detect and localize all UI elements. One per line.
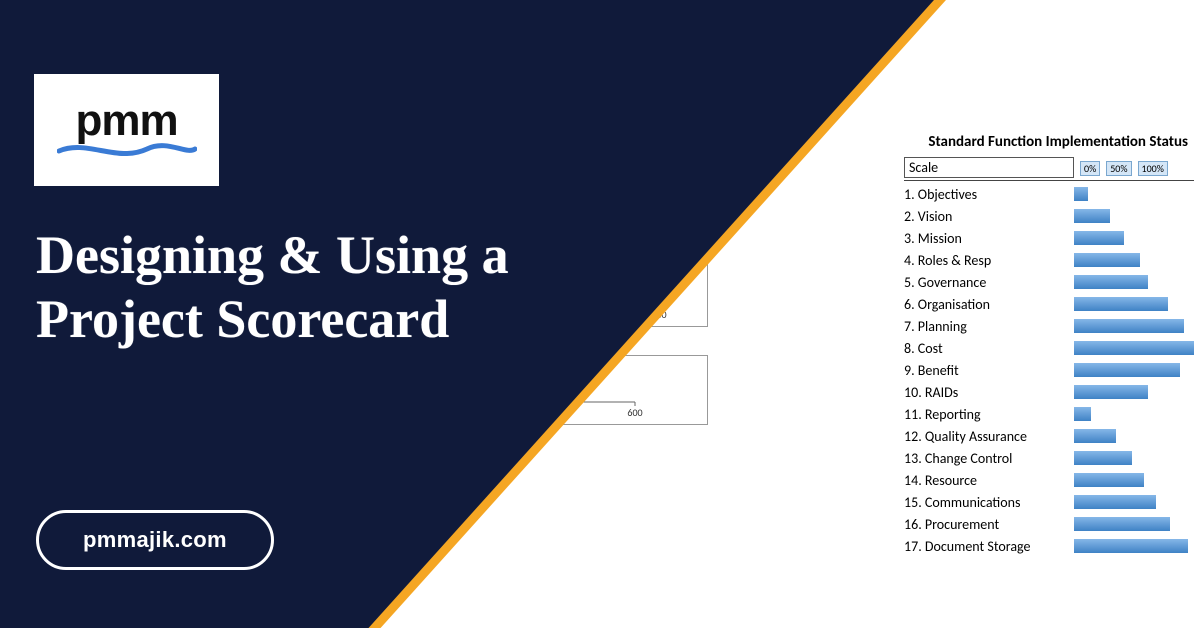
logo-box: pmm <box>34 74 219 186</box>
hero-overlay: pmm Designing & Using a Project Scorecar… <box>0 0 1200 628</box>
logo-text: pmm <box>75 101 177 141</box>
logo-swoosh-icon <box>57 141 197 159</box>
site-pill[interactable]: pmmajik.com <box>36 510 274 570</box>
hero-headline: Designing & Using a Project Scorecard <box>36 224 596 351</box>
